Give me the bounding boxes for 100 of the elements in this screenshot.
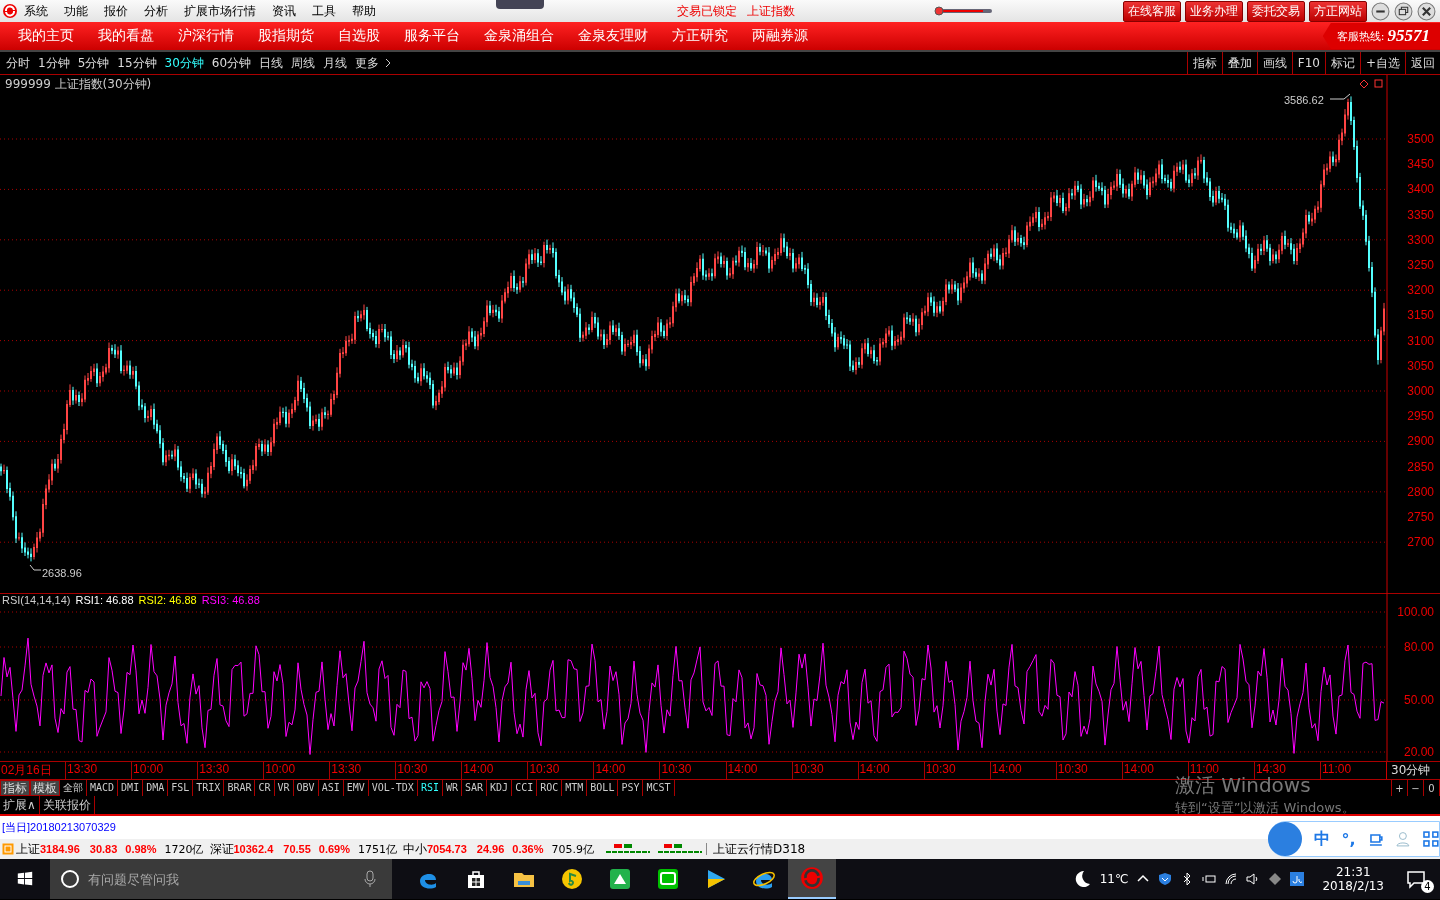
slider-icon[interactable] <box>933 6 993 16</box>
chevron-icon[interactable] <box>385 58 392 68</box>
indicator-tab[interactable]: MACD <box>87 780 119 796</box>
window-icon[interactable] <box>1374 79 1383 88</box>
search-field[interactable]: 有问题尽管问我 <box>86 870 364 888</box>
ime-mode[interactable]: 中 <box>1313 828 1330 850</box>
period-tab[interactable]: 分时 <box>6 54 30 72</box>
du-logo-icon[interactable] <box>1268 822 1302 856</box>
video-app-icon[interactable] <box>656 867 680 891</box>
nav-tab[interactable]: 我的主页 <box>18 27 74 45</box>
period-tab[interactable]: 5分钟 <box>77 54 110 72</box>
search-bar[interactable]: 有问题尽管问我 <box>50 859 392 899</box>
music-app-icon[interactable] <box>560 867 584 891</box>
indicator-tab[interactable]: SAR <box>462 780 488 796</box>
grid-icon[interactable] <box>1423 831 1439 847</box>
index-percent: 0.98% <box>125 843 157 855</box>
close-icon[interactable] <box>1417 1 1436 21</box>
top-button[interactable]: 业务办理 <box>1185 0 1243 22</box>
clock-date[interactable]: 2018/2/13 <box>1322 879 1384 893</box>
menu-item[interactable]: 扩展市场行情 <box>184 2 256 20</box>
menu-item[interactable]: 分析 <box>144 2 168 20</box>
microphone-icon[interactable] <box>364 870 376 888</box>
chart-title: 999999 上证指数(30分钟) <box>5 77 152 91</box>
index-name: 上证 <box>16 840 40 858</box>
menu-item[interactable]: 帮助 <box>352 2 376 20</box>
time-axis-label: 10:30 <box>923 762 990 779</box>
menu-item[interactable]: 工具 <box>312 2 336 20</box>
time-axis-label: 10:30 <box>791 762 858 779</box>
cup-icon[interactable] <box>1367 831 1384 847</box>
diamond-icon[interactable] <box>1359 79 1369 89</box>
indicator-tab[interactable]: CCI <box>512 780 538 796</box>
notification-button[interactable]: 4 <box>1406 864 1432 894</box>
hotline-label: 客服热线: <box>1336 28 1385 44</box>
minimize-icon[interactable] <box>1371 1 1390 21</box>
taskbar-app-button[interactable] <box>788 859 836 899</box>
windows-start-icon[interactable] <box>16 870 34 888</box>
period-tab[interactable]: 更多 <box>355 54 380 72</box>
menu-item[interactable]: 功能 <box>64 2 88 20</box>
info-text: [当日]20180213070329 <box>1 820 116 835</box>
period-tab[interactable]: 周线 <box>291 54 316 72</box>
nav-tab[interactable]: 两融券源 <box>752 27 808 45</box>
nav-tab[interactable]: 自选股 <box>338 27 380 45</box>
top-button[interactable]: 在线客服 <box>1123 0 1181 22</box>
time-axis-label: 10:30 <box>527 762 594 779</box>
indicator-tab[interactable]: KDJ <box>487 780 513 796</box>
indicator-tab[interactable]: DMI <box>118 780 144 796</box>
period-tab[interactable]: 60分钟 <box>211 54 252 72</box>
indicator-tab[interactable]: TRIX <box>193 780 225 796</box>
nav-tab[interactable]: 服务平台 <box>404 27 460 45</box>
panel-button[interactable]: 指标 <box>0 780 30 796</box>
battery-icon[interactable] <box>1202 872 1217 886</box>
nav-tab[interactable]: 我的看盘 <box>98 27 154 45</box>
indicator-value: RSI3: 46.88 <box>201 594 260 606</box>
indicator-tab[interactable]: MCST <box>643 780 675 796</box>
index-volume: 1751亿 <box>358 841 397 857</box>
indicator-tab[interactable]: 全部 <box>60 780 87 796</box>
clock-time[interactable]: 21:31 <box>1335 865 1371 879</box>
menu-item[interactable]: 系统 <box>24 2 48 20</box>
period-tab[interactable]: 30分钟 <box>164 54 204 72</box>
nav-tab[interactable]: 方正研究 <box>672 27 728 45</box>
time-axis-label: 13:30 <box>197 762 264 779</box>
nav-tab[interactable]: 金泉友理财 <box>578 27 648 45</box>
nav-tab[interactable]: 沪深行情 <box>178 27 234 45</box>
restore-icon[interactable] <box>1394 1 1413 21</box>
indicator-tab[interactable]: ROC <box>537 780 563 796</box>
weather-temperature[interactable]: 11℃ <box>1099 872 1129 886</box>
extra-tab[interactable]: 扩展∧ <box>0 796 40 814</box>
period-tab[interactable]: 日线 <box>259 54 284 72</box>
index-name: 深证 <box>209 840 234 858</box>
panel-button[interactable]: 模板 <box>30 780 60 796</box>
period-tab[interactable]: 15分钟 <box>117 54 157 72</box>
time-axis-label: 14:00 <box>857 762 924 779</box>
top-button[interactable]: 委托交易 <box>1247 0 1305 22</box>
status-note: 交易已锁定 <box>677 2 737 20</box>
nav-tab[interactable]: 股指期货 <box>258 27 314 45</box>
indicator-value: RSI1: 46.88 <box>75 594 134 606</box>
ime-punctuation[interactable]: °, <box>1341 829 1356 849</box>
period-tab[interactable]: 月线 <box>323 54 348 72</box>
diamond-icon[interactable] <box>1268 872 1283 886</box>
index-price: 7054.73 <box>427 843 467 855</box>
nav-tab[interactable]: 金泉涌组合 <box>484 27 554 45</box>
time-axis-label: 10:30 <box>659 762 726 779</box>
price-tick-label: 3100 <box>1407 333 1434 348</box>
wifi-icon[interactable] <box>1224 872 1239 886</box>
grip-handle[interactable] <box>496 0 544 9</box>
du-tray-icon[interactable] <box>1290 872 1305 886</box>
price-tick-label: 3450 <box>1407 157 1434 172</box>
index-price: 3184.96 <box>40 843 80 855</box>
indicator-tab[interactable]: MTM <box>562 780 588 796</box>
indicator-tab[interactable]: DMA <box>143 780 169 796</box>
triangle-app-icon[interactable] <box>608 867 632 891</box>
low-price-label: 2638.96 <box>42 567 82 579</box>
shield-icon[interactable] <box>1158 872 1173 886</box>
time-axis-label: 02月16日 <box>0 762 53 779</box>
menu-item[interactable]: 报价 <box>104 2 128 20</box>
price-tick-label: 2950 <box>1407 409 1434 424</box>
menu-item[interactable]: 资讯 <box>272 2 296 20</box>
top-button[interactable]: 方正网站 <box>1309 0 1367 22</box>
index-price: 10362.4 <box>233 843 274 855</box>
period-tab[interactable]: 1分钟 <box>38 54 70 72</box>
